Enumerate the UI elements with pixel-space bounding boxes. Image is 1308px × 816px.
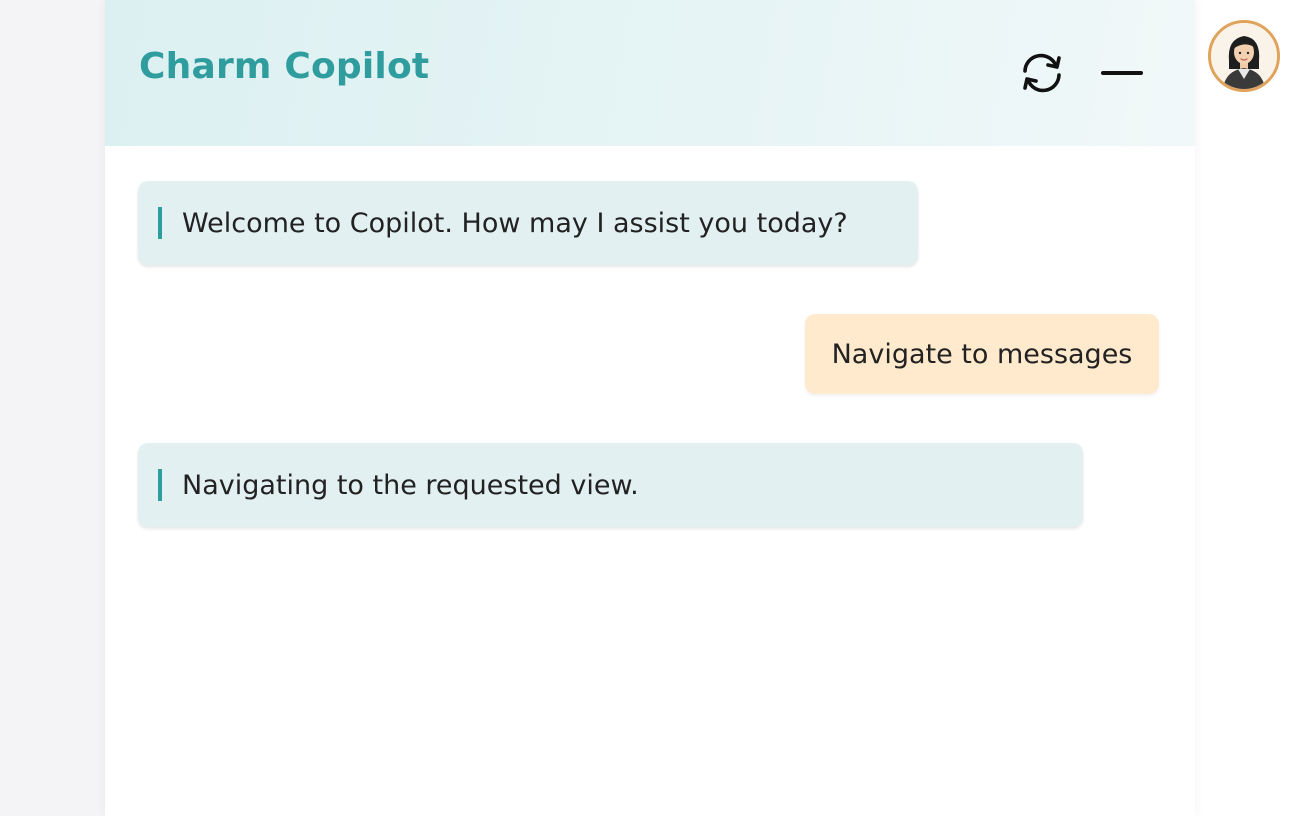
message-accent-bar [158,469,162,501]
copilot-header: Charm Copilot [105,0,1195,146]
minimize-button[interactable] [1099,50,1145,96]
assistant-message: Navigating to the requested view. [138,443,1083,527]
user-message: Navigate to messages [805,314,1159,394]
copilot-panel: Charm Copilot Welcome to Copilot. How ma… [105,0,1195,816]
message-text: Welcome to Copilot. How may I assist you… [182,207,848,239]
message-text: Navigating to the requested view. [182,469,639,501]
refresh-button[interactable] [1017,50,1067,96]
avatar[interactable] [1208,20,1280,92]
assistant-message: Welcome to Copilot. How may I assist you… [138,181,918,265]
panel-title: Charm Copilot [139,46,430,87]
refresh-icon [1023,53,1061,93]
right-strip [1195,0,1308,816]
message-accent-bar [158,207,162,239]
message-text: Navigate to messages [831,338,1133,370]
assistant-avatar-icon [1211,23,1277,89]
minimize-icon [1101,71,1143,75]
